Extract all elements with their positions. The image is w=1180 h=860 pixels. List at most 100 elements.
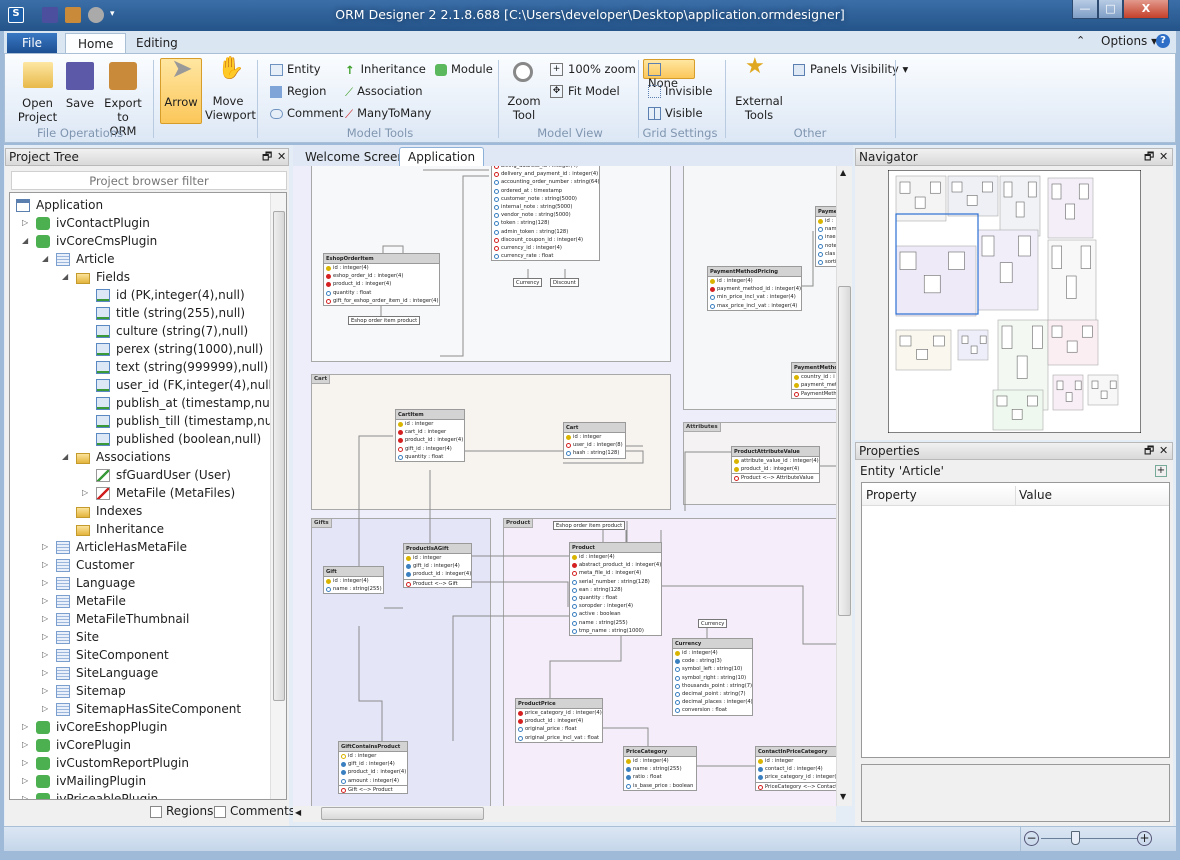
diagram-note[interactable]: Discount (550, 278, 579, 287)
entity-field[interactable]: product_id : integer(4) (732, 465, 819, 473)
diagram-note[interactable]: Eshop order item product (348, 316, 421, 325)
manytomany-tool[interactable]: ⟋ ManyToMany (345, 106, 431, 121)
relationship-line[interactable] (382, 245, 404, 253)
tree-item[interactable]: perex (string(1000),null) (10, 340, 270, 358)
relationship-line[interactable] (662, 585, 836, 645)
diagram-canvas[interactable]: Cart Attributes Gifts Product billing_addre… (293, 166, 836, 806)
entity-field[interactable]: id : integer(4) (324, 577, 383, 585)
entity-field[interactable]: gift_id : integer(4) (396, 445, 464, 453)
relationship-line[interactable] (358, 435, 393, 566)
entity[interactable]: Product id : integer(4) abstract_product_i… (569, 542, 662, 636)
expand-arrow-icon[interactable]: ▷ (22, 736, 28, 754)
tree-item[interactable]: ▷ ivContactPlugin (10, 214, 270, 232)
entity-field[interactable]: conversion : float (673, 706, 752, 714)
tree-item[interactable]: ◢ ivCoreCmsPlugin (10, 232, 270, 250)
entity-field[interactable]: nam (816, 225, 836, 233)
close-button[interactable]: X (1123, 0, 1169, 19)
entity-field[interactable]: name : string(255) (570, 619, 661, 627)
entity[interactable]: EshopOrderItem id : integer(4) eshop_order… (323, 253, 440, 306)
entity-field[interactable]: hash : string(128) (564, 449, 625, 457)
tree-scroll-thumb[interactable] (273, 211, 285, 701)
zoom-out-button[interactable]: − (1024, 831, 1039, 846)
tab-application[interactable]: Application (399, 147, 485, 166)
entity-field[interactable]: code : string(3) (673, 657, 752, 665)
entity-field[interactable]: currency_rate : float (492, 252, 599, 260)
scroll-left-icon[interactable]: ◀ (295, 808, 301, 817)
expand-arrow-icon[interactable]: ▷ (22, 718, 28, 736)
entity-field[interactable]: customer_note : string(5000) (492, 195, 599, 203)
entity-field[interactable]: product_id : integer(4) (396, 436, 464, 444)
tree-item[interactable]: Application (10, 196, 270, 214)
grid-invisible-button[interactable]: Invisible (648, 84, 712, 98)
entity-field[interactable]: token : string(128) (492, 219, 599, 227)
float-panel-icon[interactable]: 🗗 (1144, 149, 1154, 165)
expand-arrow-icon[interactable]: ▷ (82, 484, 88, 502)
tree-item[interactable]: ▷ SiteComponent (10, 646, 270, 664)
entity-field[interactable]: id : integer(4) (324, 264, 439, 272)
zoom-slider-thumb[interactable] (1070, 831, 1080, 845)
options-menu[interactable]: Options ▾ (1101, 34, 1157, 48)
navigator-minimap[interactable] (888, 170, 1141, 433)
tree-item[interactable]: publish_till (timestamp,null) (10, 412, 284, 430)
entity-field[interactable]: payment_met (792, 381, 836, 389)
zoom-tool-button[interactable]: Zoom Tool (505, 62, 543, 122)
entity[interactable]: PaymentMethodcountry_id : i payment_met Pa… (791, 362, 836, 399)
regions-checkbox[interactable]: Regions (150, 804, 213, 818)
entity[interactable]: Paymenid : naminsenoteclassorti (815, 206, 836, 268)
minimize-button[interactable]: — (1072, 0, 1098, 19)
entity-relation[interactable]: Product <--> AttributeValue (732, 473, 819, 482)
tree-item[interactable]: ▷ ivPriceablePlugin (10, 790, 270, 799)
expand-arrow-icon[interactable]: ▷ (42, 664, 48, 682)
comment-tool[interactable]: Comment (270, 106, 343, 120)
collapse-arrow-icon[interactable]: ◢ (62, 448, 68, 466)
entity-field[interactable]: id : integer (756, 757, 836, 765)
entity-relation[interactable]: Gift <--> Product (339, 784, 407, 793)
relationship-line[interactable] (603, 727, 649, 746)
move-viewport-button[interactable]: ✋ Move Viewport (205, 58, 256, 123)
tree-item[interactable]: ▷ Sitemap (10, 682, 270, 700)
entity[interactable]: PaymentMethodPricing id : integer(4) payme… (707, 266, 802, 311)
entity-field[interactable]: country_id : i (792, 373, 836, 381)
relationship-line[interactable] (358, 626, 383, 741)
entity-field[interactable]: symbol_right : string(10) (673, 674, 752, 682)
collapse-arrow-icon[interactable]: ◢ (22, 232, 28, 250)
close-panel-icon[interactable]: ✕ (1159, 443, 1168, 459)
expand-arrow-icon[interactable]: ▷ (22, 790, 28, 799)
expand-arrow-icon[interactable]: ▷ (42, 700, 48, 718)
entity-field[interactable]: id : (816, 217, 836, 225)
expand-arrow-icon[interactable]: ▷ (42, 646, 48, 664)
entity-field[interactable]: gift_id : integer(4) (404, 562, 471, 570)
float-panel-icon[interactable]: 🗗 (1144, 443, 1154, 459)
entity-field[interactable]: id : integer (404, 554, 471, 562)
relationship-line[interactable] (802, 231, 814, 287)
zoom-in-button[interactable]: + (1137, 831, 1152, 846)
tree-item[interactable]: ▷ Language (10, 574, 270, 592)
collapse-ribbon-icon[interactable]: ⌃ (1076, 34, 1085, 47)
grid-visible-button[interactable]: Visible (648, 106, 703, 120)
entity-field[interactable]: id : integer (396, 420, 464, 428)
tree-item[interactable]: ▷ MetaFile (MetaFiles) (10, 484, 270, 502)
tree-item[interactable]: ▷ Site (10, 628, 270, 646)
relationship-line[interactable] (549, 636, 622, 698)
tree-item[interactable]: published (boolean,null) (10, 430, 270, 448)
entity-tool[interactable]: Entity (270, 62, 321, 76)
inheritance-tool[interactable]: ↑ Inheritance (345, 62, 426, 77)
region-tool[interactable]: Region (270, 84, 326, 98)
entity-field[interactable]: id : integer(4) (708, 277, 801, 285)
save-button[interactable]: Save (63, 62, 97, 110)
expand-arrow-icon[interactable]: ▷ (42, 682, 48, 700)
entity-field[interactable]: gift_id : integer(4) (339, 760, 407, 768)
entity-field[interactable]: abstract_product_id : integer(4) (570, 561, 661, 569)
tree-item[interactable]: culture (string(7),null) (10, 322, 270, 340)
close-panel-icon[interactable]: ✕ (1159, 149, 1168, 165)
relationship-line[interactable] (472, 581, 569, 607)
entity-field[interactable]: max_price_incl_vat : integer(4) (708, 302, 801, 310)
tree-item[interactable]: ◢ Article (10, 250, 270, 268)
canvas-horizontal-scrollbar[interactable]: ◀ (293, 806, 836, 822)
entity-field[interactable]: eshop_order_id : integer(4) (324, 272, 439, 280)
float-panel-icon[interactable]: 🗗 (262, 149, 272, 165)
external-tools-button[interactable]: ★ External Tools (733, 56, 785, 123)
zoom-100-button[interactable]: +100% zoom (550, 62, 636, 76)
entity-field[interactable]: original_price_incl_vat : float (516, 734, 602, 742)
entity-field[interactable]: clas (816, 250, 836, 258)
